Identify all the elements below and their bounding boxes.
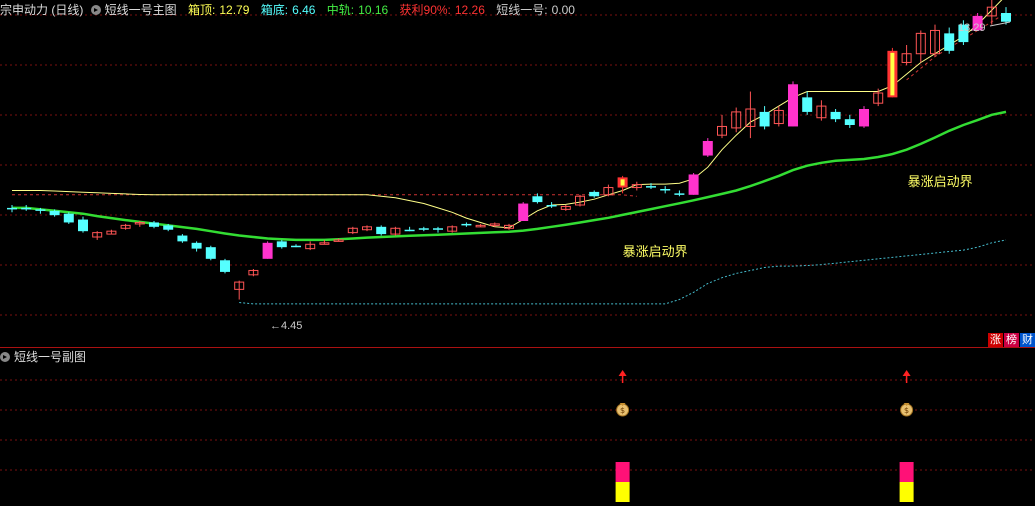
- collapse-icon[interactable]: [0, 352, 10, 362]
- signal-label: 暴涨启动界: [623, 245, 688, 260]
- badge-cai[interactable]: 财: [1020, 333, 1035, 347]
- candle-body: [546, 205, 557, 207]
- candle-body: [376, 226, 387, 235]
- high-pointer: [989, 21, 1011, 27]
- candle-body: [149, 222, 159, 227]
- stock-name: 宗申动力 (日线): [0, 3, 84, 17]
- candle-body: [688, 174, 699, 195]
- candle-body: [788, 84, 798, 127]
- legend-box-top: 箱顶: 12.79: [188, 3, 250, 17]
- candle-body: [291, 245, 301, 248]
- candle-highlight: [620, 179, 625, 186]
- candle-body: [859, 109, 869, 127]
- candle-body: [944, 33, 955, 51]
- legend-short: 短线一号: 0.00: [496, 3, 575, 17]
- legend-box-bottom: 箱底: 6.46: [260, 3, 316, 17]
- money-bag-symbol: $: [904, 406, 909, 415]
- signal-label: 暴涨启动界: [908, 175, 973, 190]
- legend-profit: 获利90%: 12.26: [399, 3, 485, 17]
- candle-body: [191, 242, 202, 249]
- candle-body: [63, 213, 74, 223]
- mid-rail-line: [12, 110, 1007, 242]
- candle-body: [532, 196, 543, 203]
- candle-body: [433, 228, 443, 230]
- candle-body: [418, 228, 429, 230]
- candle-body: [674, 193, 685, 195]
- signal-bar-top: [615, 462, 630, 482]
- signal-bar-bottom: [615, 482, 630, 502]
- sub-header: 短线一号副图: [0, 349, 94, 365]
- candle-body: [205, 247, 216, 259]
- candle-body: [78, 219, 88, 232]
- legend-mid: 中轨: 10.16: [326, 3, 389, 17]
- candle-body: [177, 235, 188, 242]
- candle-body: [163, 225, 174, 230]
- collapse-icon[interactable]: [90, 5, 101, 15]
- chart-canvas: 暴涨启动界暴涨启动界13.29←4.45$ $: [0, 0, 1035, 502]
- candle-body: [220, 260, 230, 272]
- buy-arrow-head: [902, 370, 911, 376]
- candle-body: [461, 223, 472, 226]
- candle-body: [702, 141, 713, 156]
- candle-body: [276, 241, 287, 248]
- candle-body: [660, 189, 671, 191]
- candle-body: [404, 229, 415, 232]
- low-price-label: ←4.45: [270, 320, 302, 332]
- candle-body: [35, 209, 46, 211]
- candle-body: [49, 210, 60, 216]
- candle-body: [844, 119, 855, 125]
- high-price-label: 13.29: [958, 22, 986, 34]
- candle-body: [589, 191, 600, 197]
- sub-indicator-title[interactable]: 短线一号副图: [0, 350, 90, 364]
- main-header: 宗申动力 (日线) 短线一号主图 箱顶: 12.79 箱底: 6.46 中轨: 10.…: [0, 2, 583, 18]
- candle-body: [830, 111, 841, 120]
- candle-highlight: [890, 52, 895, 96]
- badge-bar: 涨 榜 财: [987, 333, 1035, 347]
- candle-body: [759, 111, 770, 127]
- buy-arrow-head: [618, 370, 627, 376]
- candle-body: [802, 97, 813, 112]
- box-top-line: [12, 0, 1003, 229]
- money-bag-symbol: $: [620, 406, 625, 415]
- candle-body: [646, 186, 656, 188]
- candle-body: [518, 203, 529, 221]
- signal-bar-bottom: [899, 482, 914, 502]
- badge-bang[interactable]: 榜: [1004, 333, 1019, 347]
- candle-body: [7, 207, 17, 210]
- candle-body: [21, 207, 32, 210]
- indicator-title[interactable]: 短线一号主图: [90, 3, 181, 17]
- profit-90-line: [12, 12, 1007, 197]
- candle-body: [262, 242, 273, 259]
- signal-bar-top: [899, 462, 914, 482]
- candle-body: [1001, 13, 1011, 22]
- badge-zhang[interactable]: 涨: [988, 333, 1003, 347]
